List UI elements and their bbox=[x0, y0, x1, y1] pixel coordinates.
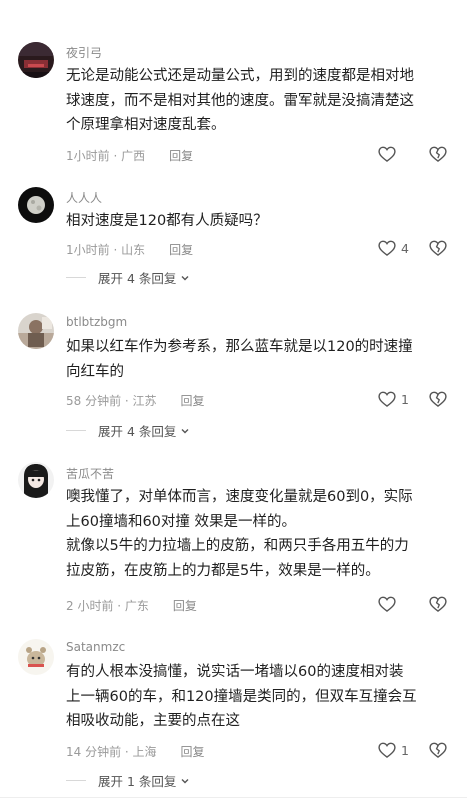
like-count: 1 bbox=[401, 742, 409, 758]
comment-text: 无论是动能公式还是动量公式，用到的速度都是相对地 球速度，而不是相对其他的速度。… bbox=[66, 64, 456, 138]
chevron-down-icon bbox=[181, 275, 189, 280]
like-button[interactable]: 4 bbox=[377, 238, 409, 258]
divider bbox=[0, 797, 467, 798]
dislike-button[interactable] bbox=[428, 238, 448, 262]
like-button[interactable]: 1 bbox=[377, 389, 409, 409]
username[interactable]: 苦瓜不苦 bbox=[66, 465, 114, 482]
broken-heart-icon bbox=[429, 146, 447, 162]
divider bbox=[66, 277, 86, 278]
expand-replies-label: 展开 4 条回复 bbox=[98, 271, 177, 286]
expand-replies-label: 展开 4 条回复 bbox=[98, 424, 177, 439]
comment-line: 个原理拿相对速度乱套。 bbox=[66, 117, 226, 133]
comment-line: 无论是动能公式还是动量公式，用到的速度都是相对地 bbox=[66, 68, 414, 84]
divider bbox=[66, 430, 86, 431]
expand-replies-button[interactable]: 展开 4 条回复 bbox=[66, 421, 190, 440]
username[interactable]: 人人人 bbox=[66, 189, 102, 206]
time-location: 14 分钟前 · 上海 bbox=[66, 745, 157, 759]
avatar[interactable] bbox=[18, 639, 54, 675]
avatar[interactable] bbox=[18, 462, 54, 498]
like-count: 1 bbox=[401, 391, 409, 407]
reply-button[interactable]: 回复 bbox=[173, 599, 197, 613]
comment-text: 相对速度是120都有人质疑吗？ bbox=[66, 209, 456, 234]
time-location: 2 小时前 · 广东 bbox=[66, 599, 149, 613]
broken-heart-icon bbox=[429, 391, 447, 407]
like-count: 4 bbox=[401, 240, 409, 256]
comment-text: 如果以红车作为参考系，那么蓝车就是以120的时速撞 向红车的 bbox=[66, 335, 456, 384]
username[interactable]: btlbtzbgm bbox=[66, 315, 127, 329]
heart-outline-icon bbox=[378, 742, 396, 758]
comment-text: 有的人根本没搞懂，说实话一堵墙以60的速度相对装 上一辆60的车，和120撞墙是… bbox=[66, 660, 456, 734]
broken-heart-icon bbox=[429, 240, 447, 256]
comment-meta: 14 分钟前 · 上海 回复 bbox=[66, 743, 205, 760]
time-location: 58 分钟前 · 江苏 bbox=[66, 394, 157, 408]
reply-button[interactable]: 回复 bbox=[181, 745, 205, 759]
heart-outline-icon bbox=[378, 596, 396, 612]
reply-button[interactable]: 回复 bbox=[169, 149, 193, 163]
time-location: 1小时前 · 广西 bbox=[66, 149, 146, 163]
time-location: 1小时前 · 山东 bbox=[66, 243, 146, 257]
comment-line: 就像以5牛的力拉墙上的皮筋，和两只手各用五牛的力 bbox=[66, 538, 409, 554]
comment-meta: 58 分钟前 · 江苏 回复 bbox=[66, 392, 205, 409]
comment-line: 有的人根本没搞懂，说实话一堵墙以60的速度相对装 bbox=[66, 664, 404, 680]
comment-line: 相吸收动能，主要的点在这 bbox=[66, 713, 240, 729]
reply-button[interactable]: 回复 bbox=[181, 394, 205, 408]
like-button[interactable] bbox=[377, 594, 401, 614]
comment-meta: 1小时前 · 山东 回复 bbox=[66, 241, 193, 258]
reply-button[interactable]: 回复 bbox=[169, 243, 193, 257]
avatar[interactable] bbox=[18, 42, 54, 78]
comment-line: 相对速度是120都有人质疑吗？ bbox=[66, 213, 268, 229]
comment-line: 噢我懂了，对单体而言，速度变化量就是60到0，实际 bbox=[66, 489, 413, 505]
comment-text: 噢我懂了，对单体而言，速度变化量就是60到0，实际 上60撞墙和60对撞 效果是… bbox=[66, 485, 456, 583]
comment-line: 拉皮筋，在皮筋上的力都是5牛，效果是一样的。 bbox=[66, 562, 380, 579]
username[interactable]: 夜引弓 bbox=[66, 44, 102, 61]
divider bbox=[66, 780, 86, 781]
comment-line: 向红车的 bbox=[66, 363, 124, 380]
dislike-button[interactable] bbox=[428, 594, 448, 618]
dislike-button[interactable] bbox=[428, 389, 448, 413]
like-button[interactable]: 1 bbox=[377, 740, 409, 760]
heart-outline-icon bbox=[378, 146, 396, 162]
like-button[interactable] bbox=[377, 144, 401, 164]
comment-meta: 2 小时前 · 广东 回复 bbox=[66, 597, 197, 614]
chevron-down-icon bbox=[181, 428, 189, 433]
expand-replies-button[interactable]: 展开 4 条回复 bbox=[66, 268, 190, 287]
heart-outline-icon bbox=[378, 240, 396, 256]
comment-line: 如果以红车作为参考系，那么蓝车就是以120的时速撞 bbox=[66, 339, 413, 355]
comment-line: 球速度，而不是相对其他的速度。雷军就是没搞清楚这 bbox=[66, 92, 414, 109]
dislike-button[interactable] bbox=[428, 144, 448, 168]
comment-line: 上60撞墙和60对撞 效果是一样的。 bbox=[66, 513, 297, 530]
expand-replies-button[interactable]: 展开 1 条回复 bbox=[66, 771, 190, 790]
comment-line: 上一辆60的车，和120撞墙是类同的，但双车互撞会互 bbox=[66, 688, 417, 705]
broken-heart-icon bbox=[429, 596, 447, 612]
broken-heart-icon bbox=[429, 742, 447, 758]
comment-meta: 1小时前 · 广西 回复 bbox=[66, 147, 193, 164]
avatar[interactable] bbox=[18, 187, 54, 223]
dislike-button[interactable] bbox=[428, 740, 448, 764]
username[interactable]: Satanmzc bbox=[66, 640, 125, 654]
chevron-down-icon bbox=[181, 778, 189, 783]
heart-outline-icon bbox=[378, 391, 396, 407]
avatar[interactable] bbox=[18, 313, 54, 349]
expand-replies-label: 展开 1 条回复 bbox=[98, 774, 177, 789]
